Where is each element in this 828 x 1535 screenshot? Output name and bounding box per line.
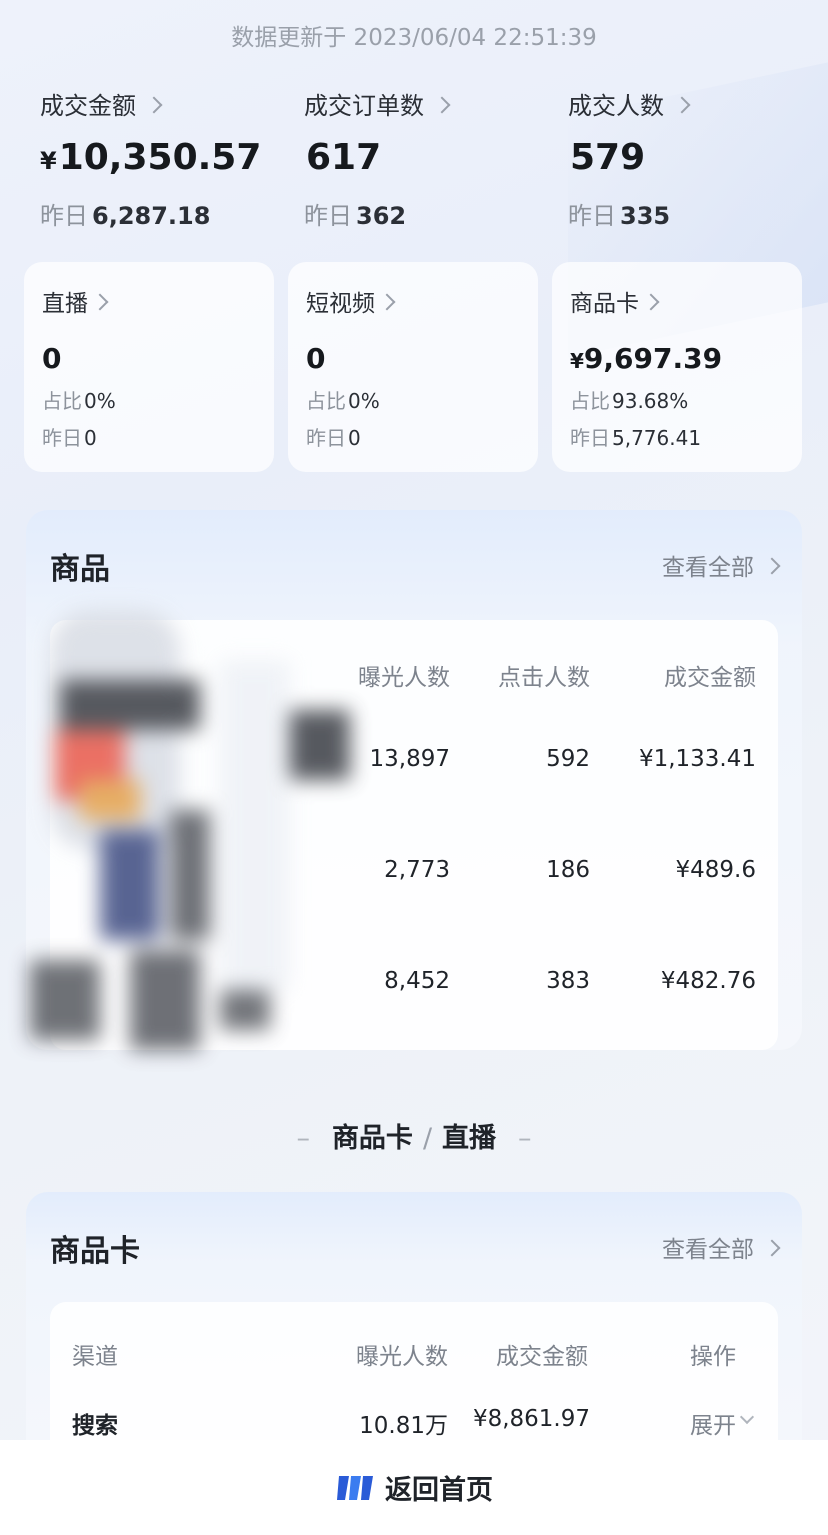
- yesterday-value: 0: [84, 426, 97, 450]
- channel-label: 商品卡: [570, 291, 639, 317]
- switch-separator: /: [422, 1123, 433, 1154]
- row-clicks: 383: [546, 968, 590, 994]
- chevron-right-icon: [642, 293, 660, 311]
- channel-card-product-card[interactable]: 商品卡 ¥9,697.39 占比 93.68% 昨日 5,776.41: [552, 262, 802, 472]
- expand-label: 展开: [690, 1413, 736, 1439]
- back-home-bar[interactable]: 返回首页: [0, 1440, 828, 1535]
- row-gmv: ¥489.6: [675, 857, 756, 883]
- back-home-label: 返回首页: [385, 1475, 493, 1506]
- chevron-right-icon: [91, 293, 109, 311]
- chevron-right-icon: [763, 1239, 781, 1257]
- view-all-link[interactable]: 查看全部: [662, 1230, 781, 1264]
- metric-label: 成交订单数: [304, 92, 424, 120]
- metric-gmv[interactable]: 成交金额 ¥10,350.57 昨日 6,287.18: [40, 86, 280, 231]
- channel-value: 9,697.39: [583, 342, 723, 375]
- channel-label: 短视频: [306, 291, 375, 317]
- share-label: 占比: [570, 389, 610, 413]
- metric-value: 10,350.57: [58, 137, 262, 178]
- chevron-right-icon: [378, 293, 396, 311]
- channel-value: 0: [42, 342, 62, 375]
- yesterday-label: 昨日: [304, 202, 352, 230]
- metric-buyers[interactable]: 成交人数 579 昨日 335: [568, 86, 808, 231]
- yesterday-value: 6,287.18: [92, 202, 211, 230]
- panel-title: 商品: [50, 552, 110, 587]
- share-label: 占比: [42, 389, 82, 413]
- expand-button[interactable]: 展开: [640, 1406, 736, 1440]
- row-exposure: 8,452: [384, 968, 450, 994]
- row-exposure: 2,773: [384, 857, 450, 883]
- yesterday-label: 昨日: [306, 426, 346, 450]
- share-value: 0%: [348, 389, 380, 413]
- col-header-channel: 渠道: [72, 1344, 118, 1370]
- chevron-right-icon: [673, 96, 691, 113]
- row-channel: 搜索: [72, 1413, 118, 1439]
- col-header-clicks: 点击人数: [498, 665, 590, 691]
- yesterday-label: 昨日: [568, 202, 616, 230]
- yesterday-label: 昨日: [570, 426, 610, 450]
- update-time: 数据更新于 2023/06/04 22:51:39: [231, 25, 597, 51]
- view-all-label: 查看全部: [662, 555, 754, 581]
- divider-dash: –: [296, 1123, 310, 1154]
- row-clicks: 186: [546, 857, 590, 883]
- row-gmv: ¥482.76: [660, 968, 756, 994]
- switch-live[interactable]: 直播: [442, 1123, 496, 1154]
- metric-label: 成交金额: [40, 92, 136, 120]
- chevron-right-icon: [433, 96, 451, 113]
- row-exposure: 13,897: [369, 746, 450, 772]
- col-header-gmv: 成交金额: [496, 1344, 588, 1370]
- currency-symbol: ¥: [40, 147, 57, 175]
- share-value: 93.68%: [612, 389, 689, 413]
- view-all-label: 查看全部: [662, 1237, 754, 1263]
- row-gmv: ¥1,133.41: [638, 746, 756, 772]
- row-clicks: 592: [546, 746, 590, 772]
- divider-dash: –: [518, 1123, 532, 1154]
- yesterday-label: 昨日: [40, 202, 88, 230]
- currency-symbol: ¥: [570, 349, 584, 373]
- share-value: 0%: [84, 389, 116, 413]
- channel-card-live[interactable]: 直播 0 占比 0% 昨日 0: [24, 262, 274, 472]
- channel-value: 0: [306, 342, 326, 375]
- channel-card-short-video[interactable]: 短视频 0 占比 0% 昨日 0: [288, 262, 538, 472]
- row-gmv: ¥8,861.97: [472, 1406, 590, 1432]
- yesterday-value: 0: [348, 426, 361, 450]
- section-switch: – 商品卡 / 直播 –: [0, 1116, 828, 1155]
- chevron-right-icon: [763, 557, 781, 575]
- panel-title: 商品卡: [50, 1234, 140, 1269]
- metric-value: 617: [306, 137, 382, 178]
- col-header-exposure: 曝光人数: [356, 1344, 448, 1370]
- share-label: 占比: [306, 389, 346, 413]
- view-all-link[interactable]: 查看全部: [662, 548, 781, 582]
- metric-label: 成交人数: [568, 92, 664, 120]
- metric-orders[interactable]: 成交订单数 617 昨日 362: [304, 86, 544, 231]
- col-header-exposure: 曝光人数: [358, 665, 450, 691]
- row-exposure: 10.81万: [359, 1413, 448, 1439]
- col-header-gmv: 成交金额: [664, 665, 756, 691]
- yesterday-value: 362: [356, 202, 407, 230]
- yesterday-label: 昨日: [42, 426, 82, 450]
- switch-product-card[interactable]: 商品卡: [332, 1123, 413, 1154]
- col-header-action: 操作: [690, 1344, 736, 1370]
- yesterday-value: 335: [620, 202, 671, 230]
- metric-value: 579: [570, 137, 646, 178]
- chevron-right-icon: [145, 96, 163, 113]
- app-logo-icon: [337, 1475, 373, 1500]
- channel-label: 直播: [42, 291, 88, 317]
- yesterday-value: 5,776.41: [612, 426, 702, 450]
